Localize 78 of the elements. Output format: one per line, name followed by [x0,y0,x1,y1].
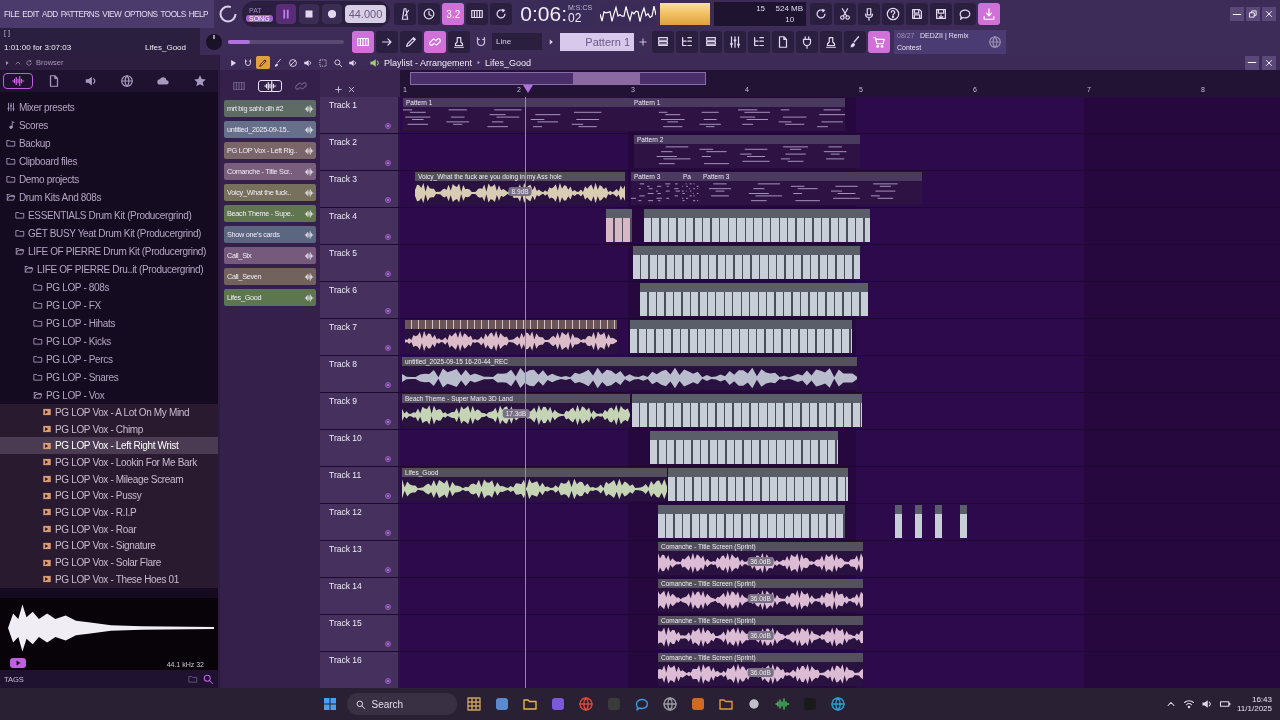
tree-item[interactable]: PG LOP - Hihats [0,314,218,332]
tempo-field[interactable]: 44.000 [344,5,387,23]
track-name: Track 8 [329,359,358,369]
song-name: Lifes_Good [145,43,186,52]
track-name: Track 11 [329,470,362,480]
track-header[interactable]: Track 16 [320,652,398,688]
tree-item[interactable]: PG LOP - Kicks [0,332,218,350]
track-name: Track 4 [329,211,358,221]
tree-item[interactable]: PG LOP - Snares [0,368,218,386]
tree-item[interactable]: GËT BUSY Yeat Drum Kit (Producergrind) [0,224,218,242]
tree-item[interactable]: PG LOP - FX [0,296,218,314]
tree-item[interactable]: Scores [0,116,218,134]
track-name: Track 2 [329,137,358,147]
track-header[interactable]: Track 14 [320,578,398,614]
tree-item[interactable]: PG LOP - Percs [0,350,218,368]
playlist-title: Playlist - Arrangement [384,57,473,68]
clock-time: 16:43 [1251,695,1272,704]
menu-item[interactable]: OPTIONS [124,9,158,19]
track-header[interactable]: Track 15 [320,615,398,651]
menu-item[interactable]: HELP [188,9,208,19]
track-name: Track 10 [329,433,362,443]
track-header[interactable]: Track 10 [320,430,398,466]
memory-value: 524 MB [775,4,804,13]
track-header[interactable]: Track 4 [320,208,398,244]
tree-item[interactable]: Backup [0,134,218,152]
track-header[interactable]: Track 1 [320,97,398,133]
time-fraction: 02 [568,10,582,25]
tree-item[interactable]: PG LOP Vox - Left Right Wrist [0,437,218,455]
tree-item[interactable]: PG LOP Vox - Pussy [0,487,218,505]
tree-item[interactable]: PG LOP Vox - A Lot On My Mind [0,404,218,421]
tree-item[interactable]: PG LOP Vox - R.I.P [0,504,218,521]
polyphony-value: 10 [785,15,795,24]
track-header[interactable]: Track 12 [320,504,398,540]
menu-item[interactable]: ADD [41,9,58,19]
menu-item[interactable]: FILE [4,9,20,19]
track-name: Track 16 [329,655,362,665]
tree-item[interactable]: LIFE OF PIERRE Drum Kit (Producergrind) [0,242,218,260]
track-header[interactable]: Track 11 [320,467,398,503]
track-header[interactable]: Track 9 [320,393,398,429]
tree-item[interactable]: Clipboard files [0,152,218,170]
track-header[interactable]: Track 7 [320,319,398,355]
song-name: Lifes_Good [485,57,532,68]
track-name: Track 14 [329,581,362,591]
tree-item[interactable]: PG LOP - Vox [0,386,218,404]
search-field[interactable]: Search [346,693,457,715]
track-name: Track 6 [329,285,358,295]
track-name: Track 13 [329,544,362,554]
track-name: Track 1 [329,100,358,110]
track-name: Track 3 [329,174,358,184]
track-name: Track 7 [329,322,358,332]
hint-text: 1:01:00 for 3:07:03 [4,43,72,52]
track-header[interactable]: Track 3 [320,171,398,207]
menu-item[interactable]: TOOLS [160,9,186,19]
tree-item[interactable]: LIFE OF PIERRE Dru..it (Producergrind) [0,260,218,278]
tree-item[interactable]: Mixer presets [0,98,218,116]
menu-item[interactable]: EDIT [22,9,39,19]
track-name: Track 15 [329,618,362,628]
tree-item[interactable]: Drum Kits And 808s [0,188,218,206]
menu-item[interactable]: VIEW [102,9,122,19]
time-value: 0:06: [520,2,567,26]
tree-item[interactable]: Demo projects [0,170,218,188]
cpu-value: 15 [756,4,766,13]
snap-dropdown[interactable]: Line [492,33,542,50]
track-name: Track 5 [329,248,358,258]
tree-item[interactable]: ESSENTIALS Drum Kit (Producergrind) [0,206,218,224]
track-name: Track 9 [329,396,358,406]
menu-item[interactable]: PATTERNS [60,9,100,19]
track-header[interactable]: Track 2 [320,134,398,170]
track-header[interactable]: Track 5 [320,245,398,281]
tree-item[interactable]: PG LOP - 808s [0,278,218,296]
clock-date: 11/1/2025 [1237,704,1272,713]
track-header[interactable]: Track 8 [320,356,398,392]
tree-item[interactable]: PG LOP Vox - Solar Flare [0,554,218,571]
tree-item[interactable]: PG LOP Vox - Lookin For Me Bark [0,454,218,471]
track-name: Track 12 [329,507,362,517]
track-header[interactable]: Track 6 [320,282,398,318]
pattern-selector[interactable]: Pattern 1 [560,32,634,51]
track-header[interactable]: Track 13 [320,541,398,577]
